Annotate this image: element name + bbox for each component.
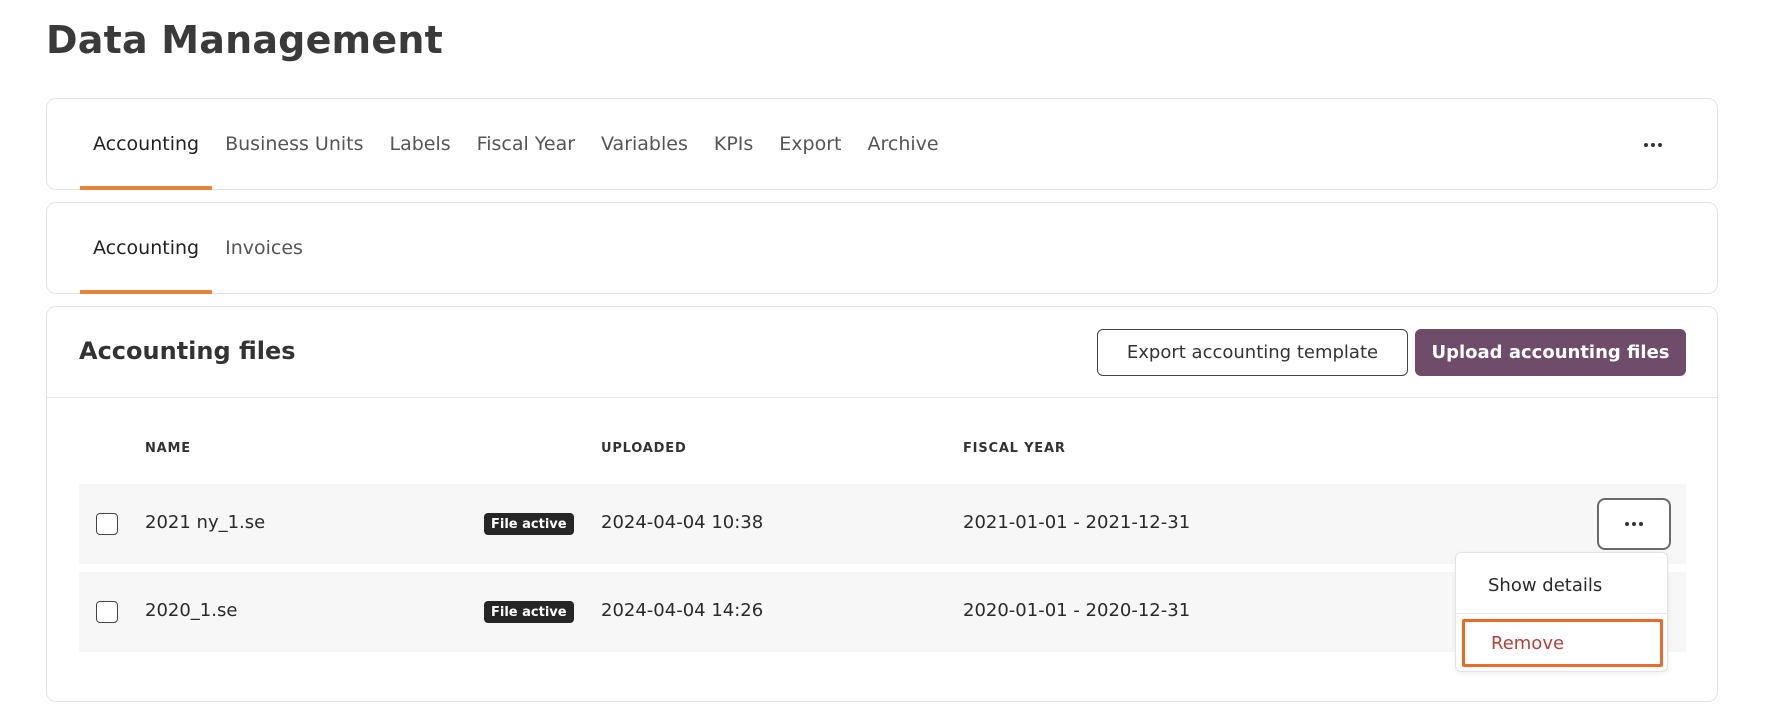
row-checkbox[interactable] <box>96 513 118 535</box>
sub-tabs: Accounting Invoices <box>80 203 316 294</box>
menu-divider <box>1456 613 1667 614</box>
more-horizontal-icon <box>1644 143 1662 147</box>
tab-archive[interactable]: Archive <box>854 99 951 189</box>
tab-business-units[interactable]: Business Units <box>212 99 376 189</box>
row-checkbox[interactable] <box>96 601 118 623</box>
row-more-button[interactable] <box>1597 498 1671 550</box>
column-fiscal-year-header: FISCAL YEAR <box>963 441 1066 456</box>
export-template-button[interactable]: Export accounting template <box>1097 329 1408 376</box>
page-title: Data Management <box>46 18 443 62</box>
main-tabs-more-button[interactable] <box>1637 129 1669 161</box>
status-badge: File active <box>484 513 574 535</box>
sub-tabs-card: Accounting Invoices <box>46 202 1718 294</box>
column-uploaded-header: UPLOADED <box>601 441 687 456</box>
table-row[interactable]: 2021 ny_1.se File active 2024-04-04 10:3… <box>79 484 1686 564</box>
tab-fiscal-year[interactable]: Fiscal Year <box>464 99 588 189</box>
file-name: 2020_1.se <box>145 600 238 621</box>
main-tabs: Accounting Business Units Labels Fiscal … <box>80 99 952 190</box>
table-row[interactable]: 2020_1.se File active 2024-04-04 14:26 2… <box>79 572 1686 652</box>
tab-variables[interactable]: Variables <box>588 99 701 189</box>
file-name: 2021 ny_1.se <box>145 512 266 533</box>
status-badge: File active <box>484 601 574 623</box>
files-title: Accounting files <box>79 337 296 365</box>
more-horizontal-icon <box>1625 522 1643 526</box>
main-tabs-card: Accounting Business Units Labels Fiscal … <box>46 98 1718 190</box>
fiscal-year-range: 2020-01-01 - 2020-12-31 <box>963 600 1191 621</box>
row-action-menu: Show details Remove <box>1455 552 1668 672</box>
tab-accounting[interactable]: Accounting <box>80 99 213 190</box>
uploaded-date: 2024-04-04 10:38 <box>601 512 764 533</box>
tab-labels[interactable]: Labels <box>377 99 464 189</box>
menu-item-remove[interactable]: Remove <box>1462 619 1663 667</box>
fiscal-year-range: 2021-01-01 - 2021-12-31 <box>963 512 1191 533</box>
subtab-accounting[interactable]: Accounting <box>80 203 213 294</box>
subtab-invoices[interactable]: Invoices <box>212 203 316 293</box>
column-name-header: NAME <box>145 441 191 456</box>
uploaded-date: 2024-04-04 14:26 <box>601 600 764 621</box>
menu-item-show-details[interactable]: Show details <box>1456 559 1667 611</box>
tab-export[interactable]: Export <box>766 99 854 189</box>
tab-kpis[interactable]: KPIs <box>701 99 766 189</box>
files-header: Accounting files Export accounting templ… <box>47 307 1717 398</box>
table-header: NAME UPLOADED FISCAL YEAR <box>79 441 1686 461</box>
upload-files-button[interactable]: Upload accounting files <box>1415 329 1686 376</box>
